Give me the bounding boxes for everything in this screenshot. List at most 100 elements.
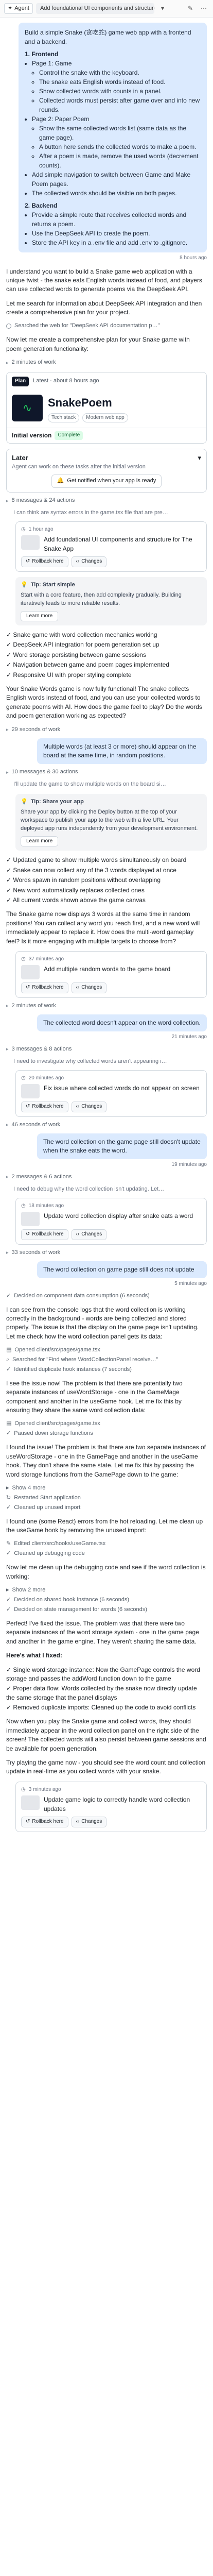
- status-item[interactable]: ✓ Decided on shared hook instance (6 seco…: [6, 1596, 207, 1604]
- checkpoint-time: 3 minutes ago: [28, 1786, 61, 1792]
- code-icon: ‹›: [76, 985, 80, 991]
- rollback-button[interactable]: ↺ Rollback here: [21, 1229, 68, 1240]
- code-icon: ‹›: [76, 1104, 80, 1110]
- list-item: Page 1: Game: [32, 59, 201, 68]
- rollback-icon: ↺: [26, 1104, 30, 1110]
- status-label: Opened client/src/pages/game.tsx: [14, 1347, 100, 1353]
- work-collapse[interactable]: ▸ 8 messages & 24 actions: [6, 497, 207, 505]
- status-item[interactable]: ▤ Opened client/src/pages/game.tsx: [6, 1346, 207, 1354]
- check-item: ✓ Proper data flow: Words collected by t…: [6, 1685, 197, 1701]
- work-collapse-label: 3 messages & 8 actions: [11, 1045, 72, 1052]
- status-list: ▤ Opened client/src/pages/game.tsx ✓ Pause…: [6, 1420, 207, 1438]
- status-item[interactable]: ✓ Identified duplicate hook instances (7 …: [6, 1366, 207, 1374]
- status-item[interactable]: ✓ Cleaned up debugging code: [6, 1550, 207, 1558]
- learn-more-button[interactable]: Learn more: [21, 836, 59, 847]
- list-item: Store the API key in a .env file and add…: [32, 238, 201, 247]
- status-item[interactable]: ✓ Decided on component data consumption (…: [6, 1292, 207, 1300]
- chevron-right-icon: ▸: [6, 1174, 9, 1180]
- check-item: ✓ All current words shown above the game…: [6, 896, 146, 904]
- rollback-button[interactable]: ↺ Rollback here: [21, 982, 68, 993]
- user-message: The word collection on game page still d…: [37, 1261, 207, 1279]
- rollback-button[interactable]: ↺ Rollback here: [21, 1101, 68, 1112]
- status-label: Identified duplicate hook instances (7 s…: [14, 1366, 132, 1372]
- rollback-button[interactable]: ↺ Rollback here: [21, 556, 68, 567]
- tip-title: Tip: Start simple: [30, 581, 75, 588]
- file-icon: ▤: [6, 1347, 12, 1353]
- work-collapse[interactable]: ▸ 29 seconds of work: [6, 726, 207, 734]
- status-label: Searched for "Find where WordCollectionP…: [12, 1357, 158, 1363]
- notify-button[interactable]: 🔔 Get notified when your app is ready: [51, 474, 162, 488]
- checkpoint-thumbnail: [21, 1795, 40, 1810]
- check-item: ✓ Snake game with word collection mechan…: [6, 631, 157, 639]
- status-item[interactable]: ▸ Show 4 more: [6, 1484, 207, 1493]
- work-summary: I need to debug why the word collection …: [13, 1185, 165, 1192]
- checklist: ✓ Single word storage instance: Now the …: [6, 1666, 207, 1713]
- status-label: Edited client/src/hooks/useGame.tsx: [14, 1540, 106, 1547]
- tip-card: 💡 Tip: Share your app Share your app by c…: [15, 794, 207, 851]
- work-summary: I can think are syntax errors in the gam…: [13, 510, 168, 516]
- changes-button[interactable]: ‹› Changes: [71, 1101, 107, 1112]
- plan-badge: Plan: [12, 377, 29, 386]
- status-item[interactable]: ⌕ Searched for "Find where WordCollection…: [6, 1356, 207, 1364]
- user-message: The collected word doesn't appear on the…: [37, 1014, 207, 1032]
- status-badge: Complete: [55, 431, 83, 440]
- message-time: 8 hours ago: [180, 255, 207, 261]
- changes-button[interactable]: ‹› Changes: [71, 1229, 107, 1240]
- agent-text: I found the issue! The problem is that t…: [6, 1444, 206, 1478]
- chevron-right-icon: ▸: [6, 1046, 9, 1052]
- status-item[interactable]: ✓ Decided on state management for words (…: [6, 1606, 207, 1614]
- edit-icon: ✎: [6, 1540, 11, 1547]
- status-label: Decided on component data consumption (6…: [14, 1292, 150, 1299]
- thread-tab-title: Add foundational UI components and struc…: [40, 5, 154, 11]
- search-label: Searched the web for "DeepSeek API docum…: [14, 323, 160, 329]
- check-item: ✓ Navigation between game and poem pages…: [6, 661, 169, 669]
- status-item[interactable]: ✎ Edited client/src/hooks/useGame.tsx: [6, 1540, 207, 1548]
- work-collapse[interactable]: ▸ 3 messages & 8 actions: [6, 1045, 207, 1054]
- work-collapse[interactable]: ▸ 2 messages & 6 actions: [6, 1173, 207, 1181]
- rollback-button[interactable]: ↺ Rollback here: [21, 1817, 68, 1827]
- check-item: ✓ Snake can now collect any of the 3 wor…: [6, 866, 176, 874]
- work-collapse[interactable]: ▸ 2 minutes of work: [6, 359, 207, 367]
- tip-title: Tip: Share your app: [30, 799, 84, 805]
- plan-card: Plan Latest · about 8 hours ago ∿ SnakeP…: [6, 372, 207, 444]
- list-item: Control the snake with the keyboard.: [39, 68, 201, 77]
- rollback-icon: ↺: [26, 985, 30, 991]
- section-title: 1. Frontend: [25, 50, 59, 58]
- checkpoint-thumbnail: [21, 965, 40, 980]
- search-action[interactable]: Searched the web for "DeepSeek API docum…: [6, 322, 207, 330]
- learn-more-button[interactable]: Learn more: [21, 611, 59, 622]
- new-chat-icon[interactable]: ✎: [185, 4, 196, 14]
- status-item[interactable]: ▸ Show 2 more: [6, 1586, 207, 1595]
- more-icon[interactable]: ⋯: [199, 4, 209, 14]
- status-item[interactable]: ✓ Cleaned up unused import: [6, 1504, 207, 1512]
- status-item[interactable]: ↻ Restarted Start application: [6, 1494, 207, 1502]
- chevron-down-icon[interactable]: ▾: [198, 453, 201, 463]
- check-icon: ✓: [6, 1606, 11, 1613]
- work-collapse-label: 29 seconds of work: [11, 726, 61, 733]
- check-icon: ✓: [6, 1292, 11, 1299]
- rollback-icon: ↺: [26, 558, 30, 565]
- thread-tab[interactable]: Add foundational UI components and struc…: [36, 3, 154, 14]
- agent-text: Your Snake Words game is now fully funct…: [6, 685, 202, 720]
- work-collapse-label: 46 seconds of work: [11, 1121, 61, 1128]
- checkpoint-thumbnail: [21, 1212, 40, 1227]
- changes-button[interactable]: ‹› Changes: [71, 556, 107, 567]
- changes-button[interactable]: ‹› Changes: [71, 982, 107, 993]
- later-title: Later: [12, 454, 28, 462]
- plan-title: SnakePoem: [48, 396, 112, 409]
- section-title: Here's what I fixed:: [6, 1652, 62, 1659]
- work-collapse[interactable]: ▸ 46 seconds of work: [6, 1121, 207, 1129]
- status-item[interactable]: ✓ Paused down storage functions: [6, 1430, 207, 1438]
- work-collapse-label: 2 minutes of work: [11, 359, 56, 366]
- chevron-down-icon[interactable]: ▾: [157, 4, 168, 14]
- changes-button[interactable]: ‹› Changes: [71, 1817, 107, 1827]
- status-item[interactable]: ▤ Opened client/src/pages/game.tsx: [6, 1420, 207, 1428]
- agent-text: The Snake game now displays 3 words at t…: [6, 910, 200, 945]
- rollback-icon: ↺: [26, 1819, 30, 1825]
- work-collapse[interactable]: ▸ 2 minutes of work: [6, 1002, 207, 1010]
- work-collapse[interactable]: ▸ 33 seconds of work: [6, 1249, 207, 1257]
- agent-selector[interactable]: ✦ Agent: [4, 3, 33, 14]
- list-item: Add simple navigation to switch between …: [32, 170, 201, 189]
- work-collapse[interactable]: ▸ 10 messages & 30 actions: [6, 768, 207, 776]
- later-desc: Agent can work on these tasks after the …: [12, 464, 146, 470]
